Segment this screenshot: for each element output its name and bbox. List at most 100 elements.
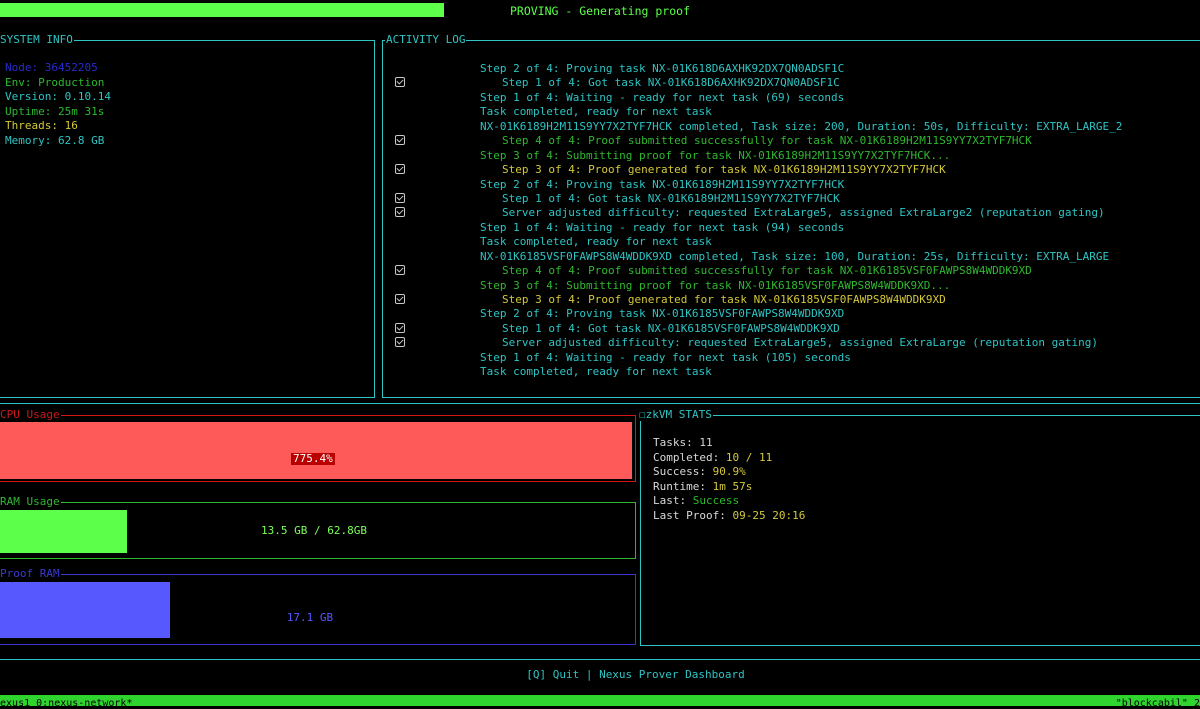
zkvm-stat-label: Runtime: <box>653 479 713 493</box>
log-entry-text: Task completed, ready for next task <box>480 365 712 379</box>
log-entry-text: Step 1 of 4: Got task NX-01K6185VSF0FAWP… <box>502 321 840 335</box>
tmux-host-label: "blockcabil" 20 <box>1115 698 1200 709</box>
log-entry-text: Task completed, ready for next task <box>480 105 712 119</box>
cpu-usage-panel: CPU Usage 775.4% <box>0 409 636 482</box>
tmux-status-bar: nexus1 0:nexus-network* "blockcabil" 20 <box>0 695 1200 709</box>
checkbox-icon <box>395 294 405 304</box>
proof-ram-value: 17.1 GB <box>286 611 334 624</box>
log-entry: Task completed, ready for next task <box>383 365 1200 379</box>
log-entry: Server adjusted difficulty: requested Ex… <box>383 206 1200 220</box>
zkvm-stat-label: Last: <box>653 494 693 507</box>
log-entry: Step 3 of 4: Submitting proof for task N… <box>383 149 1200 163</box>
system-info-line: Env: Production <box>5 75 105 89</box>
system-info-line: Memory: 62.8 GB <box>5 133 105 147</box>
checkbox-icon <box>395 265 405 276</box>
checkbox-icon <box>395 207 405 218</box>
zkvm-stat-label: Last Proof: <box>653 508 733 522</box>
activity-log-panel[interactable]: ACTIVITY LOG Step 2 of 4: Proving task N… <box>382 34 1200 398</box>
log-entry: Step 2 of 4: Proving task NX-01K6189H2M1… <box>383 178 1200 192</box>
log-entry-text: NX-01K6189H2M11S9YY7X2TYF7HCK completed,… <box>480 119 1123 133</box>
footer-divider <box>0 659 1200 660</box>
log-entry: Step 4 of 4: Proof submitted successfull… <box>383 264 1200 278</box>
log-entry: Server adjusted difficulty: requested Ex… <box>383 336 1200 350</box>
status-text: PROVING - Generating proof <box>509 4 690 18</box>
log-entry-text: Server adjusted difficulty: requested Ex… <box>502 206 1105 220</box>
system-info-line: Threads: 16 <box>5 119 78 132</box>
proof-ram-title: Proof RAM <box>0 567 61 580</box>
tmux-session-label[interactable]: nexus1 0:nexus-network* <box>0 698 132 709</box>
zkvm-stat-row: Last Proof: 09-25 20:16 <box>653 509 805 524</box>
zkvm-stat-value: 10 / 11 <box>725 450 773 464</box>
log-entry: Step 4 of 4: Proof submitted successfull… <box>383 134 1200 148</box>
log-entry-text: Step 4 of 4: Proof submitted successfull… <box>502 264 1032 278</box>
system-info-line: Node: 36452205 <box>5 61 98 74</box>
log-entry: Step 3 of 4: Proof generated for task NX… <box>383 163 1200 177</box>
zkvm-stat-value: 90.9% <box>712 465 746 478</box>
cpu-usage-bar <box>0 422 632 479</box>
zkvm-stat-value: 1m 57s <box>712 479 753 493</box>
log-entry-text: Step 3 of 4: Submitting proof for task N… <box>480 278 951 292</box>
checkbox-icon <box>395 192 405 203</box>
log-entry: Task completed, ready for next task <box>383 105 1200 119</box>
log-entry: Step 2 of 4: Proving task NX-01K6185VSF0… <box>383 307 1200 321</box>
ram-usage-value: 13.5 GB / 62.8GB <box>261 524 367 537</box>
log-entry-text: Step 3 of 4: Proof generated for task NX… <box>502 163 946 177</box>
proof-ram-bar <box>0 582 171 638</box>
zkvm-stat-label: Success: <box>653 465 713 478</box>
system-info-line: Uptime: 25m 31s <box>5 104 105 118</box>
log-entry-text: Step 2 of 4: Proving task NX-01K618D6AXH… <box>480 62 845 75</box>
log-entry-text: Step 1 of 4: Waiting - ready for next ta… <box>480 90 845 104</box>
log-entry: Step 1 of 4: Waiting - ready for next ta… <box>383 91 1200 105</box>
zkvm-stats-title: ☐zkVM STATS <box>638 408 713 421</box>
log-entry: Task completed, ready for next task <box>383 235 1200 249</box>
activity-log-title: ACTIVITY LOG <box>385 33 467 46</box>
log-entry: NX-01K6189H2M11S9YY7X2TYF7HCK completed,… <box>383 120 1200 134</box>
log-entry-text: Step 1 of 4: Waiting - ready for next ta… <box>480 350 851 364</box>
log-entry-text: Step 2 of 4: Proving task NX-01K6185VSF0… <box>480 307 845 321</box>
activity-log-list: Step 2 of 4: Proving task NX-01K618D6AXH… <box>383 62 1200 380</box>
log-entry-text: Step 1 of 4: Got task NX-01K618D6AXHK92D… <box>502 76 840 90</box>
log-entry-text: Step 1 of 4: Waiting - ready for next ta… <box>480 220 845 234</box>
checkbox-icon <box>395 322 405 333</box>
log-entry: Step 1 of 4: Waiting - ready for next ta… <box>383 351 1200 365</box>
zkvm-stat-value: 09-25 20:16 <box>732 508 806 522</box>
zkvm-stat-row: Completed: 10 / 11 <box>653 451 772 466</box>
checkbox-icon <box>395 337 405 348</box>
checkbox-icon <box>395 135 405 146</box>
system-info-panel: SYSTEM INFO Node: 36452205 Env: Productio… <box>0 34 375 398</box>
ram-usage-panel: RAM Usage 13.5 GB / 62.8GB <box>0 496 636 559</box>
log-entry: Step 1 of 4: Got task NX-01K6189H2M11S9Y… <box>383 192 1200 206</box>
cpu-usage-title: CPU Usage <box>0 408 61 421</box>
zkvm-stats-panel: ☐zkVM STATS Tasks: 11 Completed: 10 / 11 S… <box>638 409 1200 646</box>
checkbox-icon <box>395 164 405 175</box>
log-entry: NX-01K6185VSF0FAWPS8W4WDDK9XD completed,… <box>383 250 1200 264</box>
proof-ram-panel: Proof RAM 17.1 GB <box>0 568 636 645</box>
log-entry-text: Step 1 of 4: Got task NX-01K6189H2M11S9Y… <box>502 191 840 205</box>
zkvm-stat-row: Runtime: 1m 57s <box>653 480 752 495</box>
cpu-usage-value: 775.4% <box>291 452 335 465</box>
log-entry-text: Task completed, ready for next task <box>480 235 712 249</box>
zkvm-stat-row: Tasks: 11 <box>653 436 713 451</box>
zkvm-stat-label: Completed: <box>653 450 726 464</box>
log-entry-text: Step 4 of 4: Proof submitted successfull… <box>502 134 1032 148</box>
ram-usage-title: RAM Usage <box>0 495 61 508</box>
log-entry-text: NX-01K6185VSF0FAWPS8W4WDDK9XD completed,… <box>480 249 1110 263</box>
log-entry: Step 3 of 4: Submitting proof for task N… <box>383 279 1200 293</box>
log-entry-text: Step 2 of 4: Proving task NX-01K6189H2M1… <box>480 177 845 191</box>
system-info-line: Version: 0.10.14 <box>5 90 111 103</box>
log-entry: Step 1 of 4: Waiting - ready for next ta… <box>383 221 1200 235</box>
zkvm-stat-row: Last: Success <box>653 494 739 509</box>
zkvm-stat-value: Success <box>692 494 740 507</box>
log-entry: Step 2 of 4: Proving task NX-01K618D6AXH… <box>383 62 1200 76</box>
footer-hint[interactable]: [Q] Quit | Nexus Prover Dashboard <box>0 668 1200 681</box>
log-entry-text: Server adjusted difficulty: requested Ex… <box>502 336 1099 350</box>
zkvm-stat-row: Success: 90.9% <box>653 465 746 480</box>
section-divider <box>0 403 1200 404</box>
log-entry: Step 3 of 4: Proof generated for task NX… <box>383 293 1200 307</box>
checkbox-icon <box>395 77 405 88</box>
log-entry: Step 1 of 4: Got task NX-01K618D6AXHK92D… <box>383 76 1200 90</box>
zkvm-stat-value: 11 <box>699 436 713 449</box>
log-entry-text: Step 3 of 4: Submitting proof for task N… <box>480 148 951 162</box>
system-info-title: SYSTEM INFO <box>0 33 74 46</box>
zkvm-stat-label: Tasks: <box>653 436 700 449</box>
